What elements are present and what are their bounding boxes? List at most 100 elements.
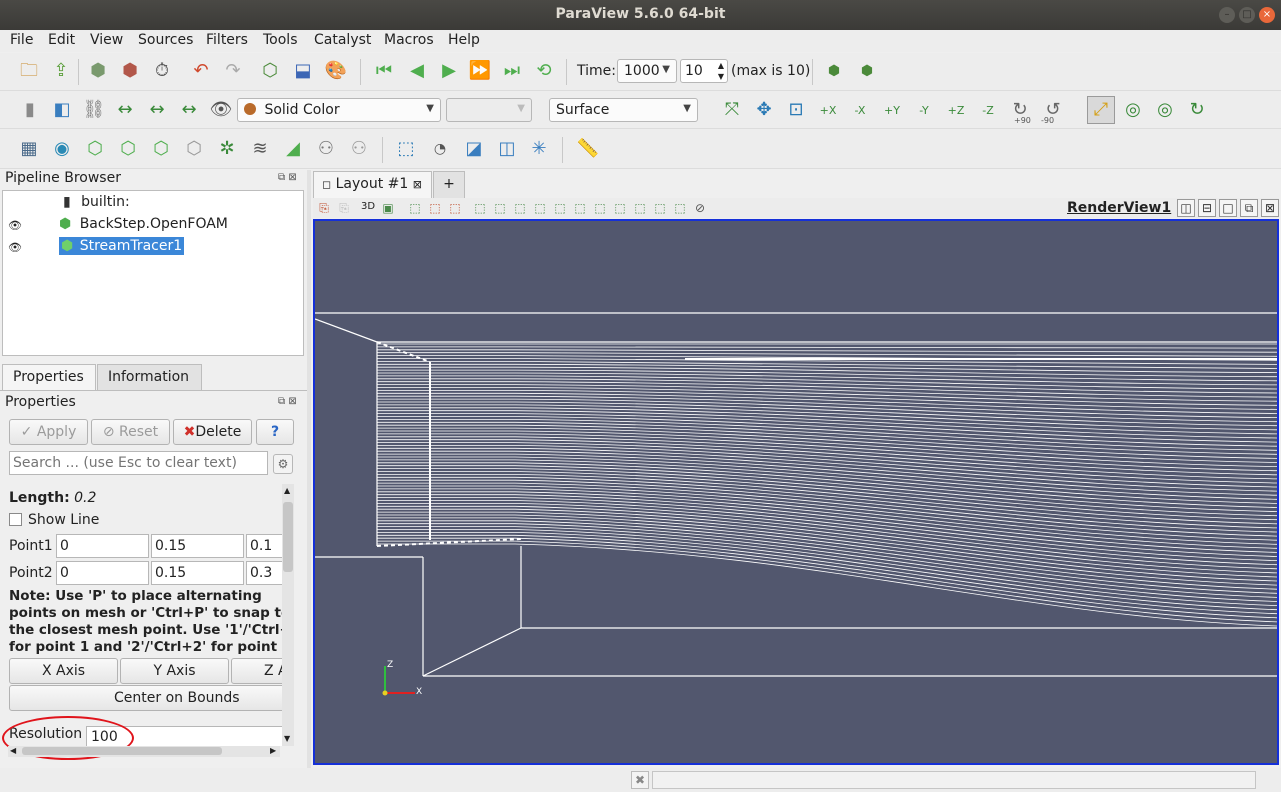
maximize-icon[interactable]: □ [1239, 7, 1255, 23]
status-close-icon[interactable]: ✖ [631, 771, 649, 789]
properties-hscrollbar[interactable]: ◀ ▶ [8, 746, 280, 757]
scrollbar-thumb[interactable] [283, 502, 293, 572]
capture-screenshot-icon[interactable]: ⎘ [315, 199, 333, 217]
histogram-icon[interactable]: ◫ [495, 137, 519, 161]
loop-icon[interactable]: ⟲ [532, 59, 556, 83]
load-state-icon[interactable]: ⇪ [49, 59, 73, 83]
spin-arrows-icon[interactable]: ▲ ▼ [718, 60, 724, 82]
edit-color-map-icon[interactable]: ◧ [50, 98, 74, 122]
extract-selection-icon[interactable]: ⬚ [394, 137, 418, 161]
close-view-icon[interactable]: ⊠ [1261, 199, 1279, 217]
eye-visible-icon[interactable]: 👁 [8, 219, 22, 232]
view-plus-z-icon[interactable]: +Z [944, 98, 968, 122]
scroll-left-icon[interactable]: ◀ [10, 746, 16, 755]
scroll-up-icon[interactable]: ▲ [284, 486, 290, 495]
pipeline-item-builtin[interactable]: ▮ builtin: [63, 193, 130, 211]
tab-properties[interactable]: Properties [2, 364, 96, 390]
camera-link-icon[interactable]: ▣ [379, 199, 397, 217]
point1-y-field[interactable]: 0.15 [151, 534, 244, 558]
point2-x-field[interactable]: 0 [56, 561, 149, 585]
view-minus-z-icon[interactable]: -Z [976, 98, 1000, 122]
select-cells-through-icon[interactable]: ⬚ [446, 199, 464, 217]
glyph-icon[interactable]: ✲ [215, 137, 239, 161]
close-icon[interactable]: × [1259, 7, 1275, 23]
time-combo[interactable]: 1000 ▼ [617, 59, 677, 83]
find-data-small-icon[interactable]: ⬚ [671, 199, 689, 217]
disconnect-icon[interactable]: ⬢ [118, 59, 142, 83]
toggle-color-legend-icon[interactable]: ▮ [18, 98, 42, 122]
extract-subset-icon[interactable]: ⬡ [182, 137, 206, 161]
view-minus-x-icon[interactable]: -X [848, 98, 872, 122]
center-on-bounds-button[interactable]: Center on Bounds [9, 685, 282, 711]
previous-frame-icon[interactable]: ◀ [405, 59, 429, 83]
plot-over-line-icon[interactable]: ◪ [462, 137, 486, 161]
next-frame-icon[interactable]: ⏩ [468, 59, 492, 83]
x-axis-button[interactable]: X Axis [9, 658, 118, 684]
show-orientation-axes-icon[interactable]: ⤢ [1087, 96, 1115, 124]
reset-session-icon[interactable]: ⬡ [258, 59, 282, 83]
group-datasets-icon[interactable]: ⚇ [314, 137, 338, 161]
eye-visible-icon[interactable]: 👁 [8, 241, 22, 254]
rescale-custom-range-icon[interactable]: ↔ [145, 98, 169, 122]
ruler-icon[interactable]: 📏 [576, 137, 600, 161]
play-icon[interactable]: ▶ [437, 59, 461, 83]
view-minus-y-icon[interactable]: -Y [912, 98, 936, 122]
tab-layout-1[interactable]: ◻ Layout #1 ⊠ [313, 171, 432, 198]
menu-filters[interactable]: Filters [206, 32, 248, 48]
select-cells-on-icon[interactable]: ⬚ [406, 199, 424, 217]
grow-selection-icon[interactable]: ⬚ [631, 199, 649, 217]
show-center-icon[interactable]: ◎ [1121, 98, 1145, 122]
clear-selection-icon[interactable]: ⊘ [691, 199, 709, 217]
menu-file[interactable]: File [10, 32, 33, 48]
point1-x-field[interactable]: 0 [56, 534, 149, 558]
menu-edit[interactable]: Edit [48, 32, 75, 48]
rescale-data-range-icon[interactable]: ↔ [113, 98, 137, 122]
add-layout-tab[interactable]: + [433, 171, 465, 198]
zoom-to-data-icon[interactable]: ✥ [752, 98, 776, 122]
select-polygon-points-icon[interactable]: ⬚ [511, 199, 529, 217]
pick-center-icon[interactable]: ↻ [1185, 98, 1209, 122]
rescale-visible-range-icon[interactable]: 👁 [209, 98, 233, 122]
help-button[interactable]: ? [256, 419, 294, 445]
scroll-down-icon[interactable]: ▼ [284, 734, 290, 743]
threshold-icon[interactable]: ⬡ [149, 137, 173, 161]
select-blocks-icon[interactable]: ⬚ [531, 199, 549, 217]
reset-camera-icon[interactable]: ⤧ [720, 98, 744, 122]
extract-level-icon[interactable]: ⚇ [347, 137, 371, 161]
pipeline-item-backstep[interactable]: ⬢ BackStep.OpenFOAM [59, 215, 228, 233]
timer-icon[interactable]: ⏱ [150, 59, 174, 83]
add-link-icon[interactable]: ⬢ [855, 59, 879, 83]
redo-icon[interactable]: ↷ [221, 59, 245, 83]
scroll-right-icon[interactable]: ▶ [270, 746, 276, 755]
split-horizontal-icon[interactable]: ◫ [1177, 199, 1195, 217]
last-frame-icon[interactable]: ⏭ [500, 59, 524, 83]
manage-links-icon[interactable]: ⬢ [822, 59, 846, 83]
warp-by-vector-icon[interactable]: ◢ [281, 137, 305, 161]
maximize-view-icon[interactable]: □ [1219, 199, 1237, 217]
reset-center-icon[interactable]: ◎ [1153, 98, 1177, 122]
y-axis-button[interactable]: Y Axis [120, 658, 229, 684]
view-plus-y-icon[interactable]: +Y [880, 98, 904, 122]
plot-selection-over-time-icon[interactable]: ◔ [428, 137, 452, 161]
stream-tracer-icon[interactable]: ≋ [248, 137, 272, 161]
reset-button[interactable]: ⊘ Reset [91, 419, 170, 445]
time-step-spinbox[interactable]: 10 ▲ ▼ [680, 59, 728, 83]
interactive-select-cells-icon[interactable]: ⬚ [551, 199, 569, 217]
select-points-on-icon[interactable]: ⬚ [426, 199, 444, 217]
menu-tools[interactable]: Tools [263, 32, 298, 48]
split-vertical-icon[interactable]: ⊟ [1198, 199, 1216, 217]
reset-range-icon[interactable]: ⛓ [82, 98, 106, 122]
point2-y-field[interactable]: 0.15 [151, 561, 244, 585]
hscrollbar-thumb[interactable] [22, 747, 222, 755]
menu-help[interactable]: Help [448, 32, 480, 48]
splitter[interactable] [307, 170, 311, 768]
show-line-checkbox[interactable] [9, 513, 22, 526]
point1-z-field[interactable]: 0.1 [246, 534, 282, 558]
calculator-icon[interactable]: ▦ [17, 137, 41, 161]
pipeline-item-streamtracer[interactable]: ⬢ StreamTracer1 [59, 237, 185, 255]
connect-icon[interactable]: ⬢ [86, 59, 110, 83]
apply-button[interactable]: ✓ Apply [9, 419, 88, 445]
clip-icon[interactable]: ⬡ [83, 137, 107, 161]
hover-points-icon[interactable]: ⬚ [591, 199, 609, 217]
shrink-selection-icon[interactable]: ⬚ [651, 199, 669, 217]
